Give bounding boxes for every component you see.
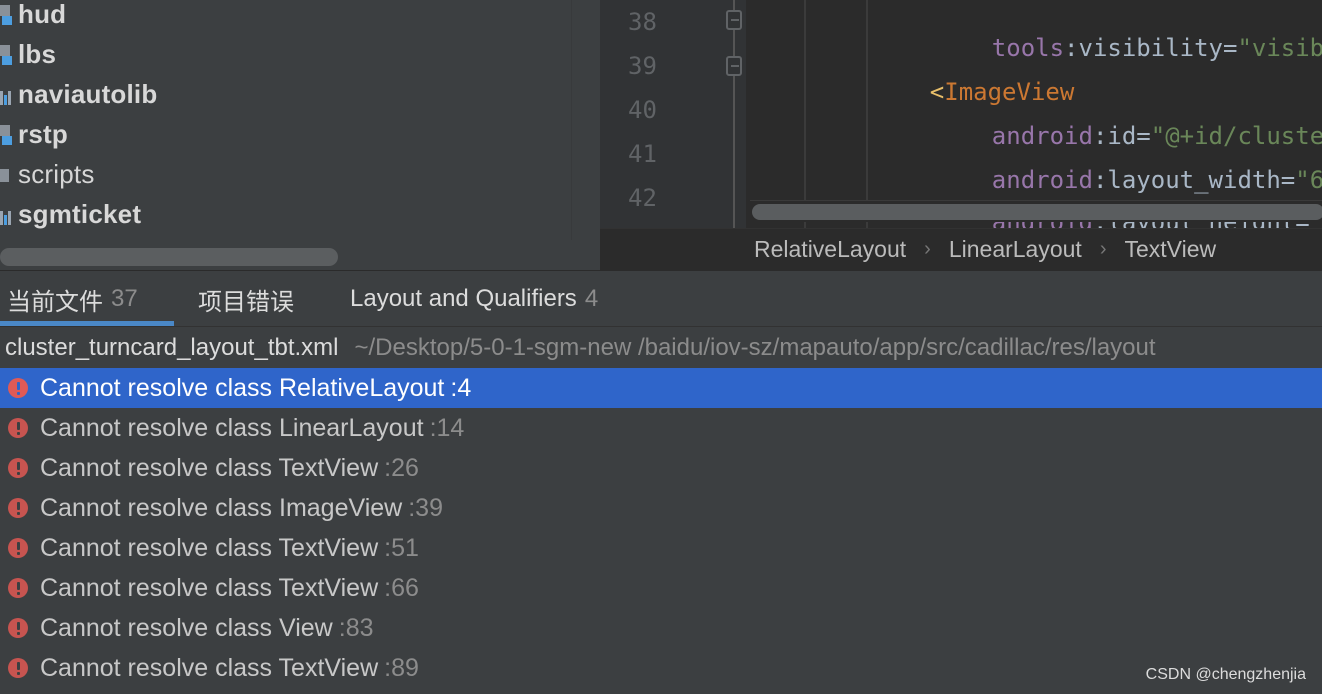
breadcrumb-item[interactable]: TextView	[1125, 236, 1217, 263]
problem-row[interactable]: Cannot resolve class TextView :26	[0, 448, 1322, 488]
watermark: CSDN @chengzhenjia	[1145, 666, 1306, 683]
module-folder-icon	[0, 3, 14, 25]
breadcrumb-item[interactable]: LinearLayout	[949, 236, 1082, 263]
tree-item-scripts[interactable]: scripts	[0, 154, 95, 194]
breadcrumb: RelativeLayout › LinearLayout › TextView	[600, 228, 1322, 270]
line-number: 42	[628, 184, 657, 212]
project-tree-panel: hud lbs naviautolib rstp scripts sgmtick…	[0, 0, 600, 270]
error-icon	[8, 378, 28, 398]
fold-collapse-icon[interactable]	[726, 10, 742, 30]
tree-horizontal-scrollbar[interactable]	[0, 248, 338, 266]
module-folder-icon	[0, 123, 14, 145]
tab-current-file[interactable]: 当前文件 37	[7, 271, 138, 327]
active-tab-indicator	[0, 321, 174, 326]
problem-line: :51	[384, 533, 419, 562]
editor-gutter	[600, 0, 746, 228]
tree-item-label: sgmticket	[18, 198, 142, 229]
problems-panel: 当前文件 37 项目错误 Layout and Qualifiers 4 clu…	[0, 270, 1322, 694]
problem-row[interactable]: Cannot resolve class TextView :89	[0, 648, 1322, 688]
error-icon	[8, 498, 28, 518]
problem-line: :39	[408, 493, 443, 522]
problem-message: Cannot resolve class ImageView	[40, 493, 403, 522]
problem-message: Cannot resolve class LinearLayout	[40, 413, 424, 442]
problem-message: Cannot resolve class RelativeLayout	[40, 373, 445, 402]
indent-guide	[866, 0, 868, 228]
problem-row[interactable]: Cannot resolve class TextView :66	[0, 568, 1322, 608]
tree-item-lbs[interactable]: lbs	[0, 34, 56, 74]
tab-label: 当前文件	[7, 288, 103, 316]
chevron-right-icon: ›	[924, 238, 931, 260]
problem-line: :14	[429, 413, 465, 442]
tab-label: Layout and Qualifiers	[350, 285, 577, 312]
project-tree: hud lbs naviautolib rstp scripts sgmtick…	[0, 0, 572, 240]
problem-row[interactable]: Cannot resolve class ImageView :39	[0, 488, 1322, 528]
gutter-divider	[733, 0, 735, 228]
indent-guide	[804, 0, 806, 228]
breadcrumb-item[interactable]: RelativeLayout	[754, 236, 906, 263]
problem-message: Cannot resolve class TextView	[40, 653, 379, 682]
error-icon	[8, 618, 28, 638]
library-module-icon	[0, 83, 14, 105]
problem-row[interactable]: Cannot resolve class RelativeLayout :4	[0, 368, 1322, 408]
problem-line: :66	[384, 573, 419, 602]
tree-item-label: rstp	[18, 118, 68, 149]
line-number: 38	[628, 8, 657, 36]
tree-item-hud[interactable]: hud	[0, 0, 66, 34]
problem-line: :83	[338, 613, 374, 642]
module-folder-icon	[0, 43, 14, 65]
code-editor[interactable]: 38 39 40 41 42 tools:visibility="visible…	[600, 0, 1322, 228]
line-number: 40	[628, 96, 657, 124]
line-number: 39	[628, 52, 657, 80]
tree-item-label: scripts	[18, 158, 95, 189]
problem-row[interactable]: Cannot resolve class TextView :51	[0, 528, 1322, 568]
tab-layout-and-qualifiers[interactable]: Layout and Qualifiers 4	[350, 271, 598, 327]
problem-row[interactable]: Cannot resolve class LinearLayout :14	[0, 408, 1322, 448]
error-icon	[8, 418, 28, 438]
tree-item-label: naviautolib	[18, 78, 158, 109]
tree-item-naviautolib[interactable]: naviautolib	[0, 74, 157, 114]
fold-collapse-icon[interactable]	[726, 56, 742, 76]
error-icon	[8, 578, 28, 598]
code-token: "visible	[1237, 34, 1322, 62]
tab-count: 37	[111, 285, 138, 312]
editor-horizontal-scrollbar[interactable]	[750, 200, 1322, 222]
line-number: 41	[628, 140, 657, 168]
problem-row[interactable]: Cannot resolve class View :83	[0, 608, 1322, 648]
tree-item-label: hud	[18, 0, 67, 29]
file-path: ~/Desktop/5-0-1-sgm-new /baidu/iov-sz/ma…	[354, 334, 1156, 361]
problem-message: Cannot resolve class View	[40, 613, 333, 642]
tree-item-sgmticket[interactable]: sgmticket	[0, 194, 141, 234]
code-token: :visibility=	[1064, 34, 1238, 62]
error-icon	[8, 458, 28, 478]
problem-line: :26	[384, 453, 419, 482]
tab-label: 项目错误	[198, 288, 294, 316]
library-module-icon	[0, 203, 14, 225]
problem-message: Cannot resolve class TextView	[40, 453, 379, 482]
problem-line: :4	[450, 373, 472, 402]
error-icon	[8, 658, 28, 678]
tab-project-errors[interactable]: 项目错误	[198, 271, 294, 327]
problem-file-node[interactable]: cluster_turncard_layout_tbt.xml ~/Deskto…	[0, 328, 1322, 368]
tree-item-rstp[interactable]: rstp	[0, 114, 68, 154]
folder-icon	[0, 163, 14, 185]
tree-item-label: lbs	[18, 38, 57, 69]
tab-count: 4	[584, 285, 599, 312]
problem-message: Cannot resolve class TextView	[40, 533, 379, 562]
file-name: cluster_turncard_layout_tbt.xml	[5, 334, 339, 361]
error-icon	[8, 538, 28, 558]
problems-tabs: 当前文件 37 项目错误 Layout and Qualifiers 4	[0, 271, 1322, 327]
chevron-right-icon: ›	[1099, 238, 1107, 260]
problem-message: Cannot resolve class TextView	[40, 573, 379, 602]
problem-line: :89	[384, 653, 419, 682]
scrollbar-thumb[interactable]	[752, 204, 1322, 220]
